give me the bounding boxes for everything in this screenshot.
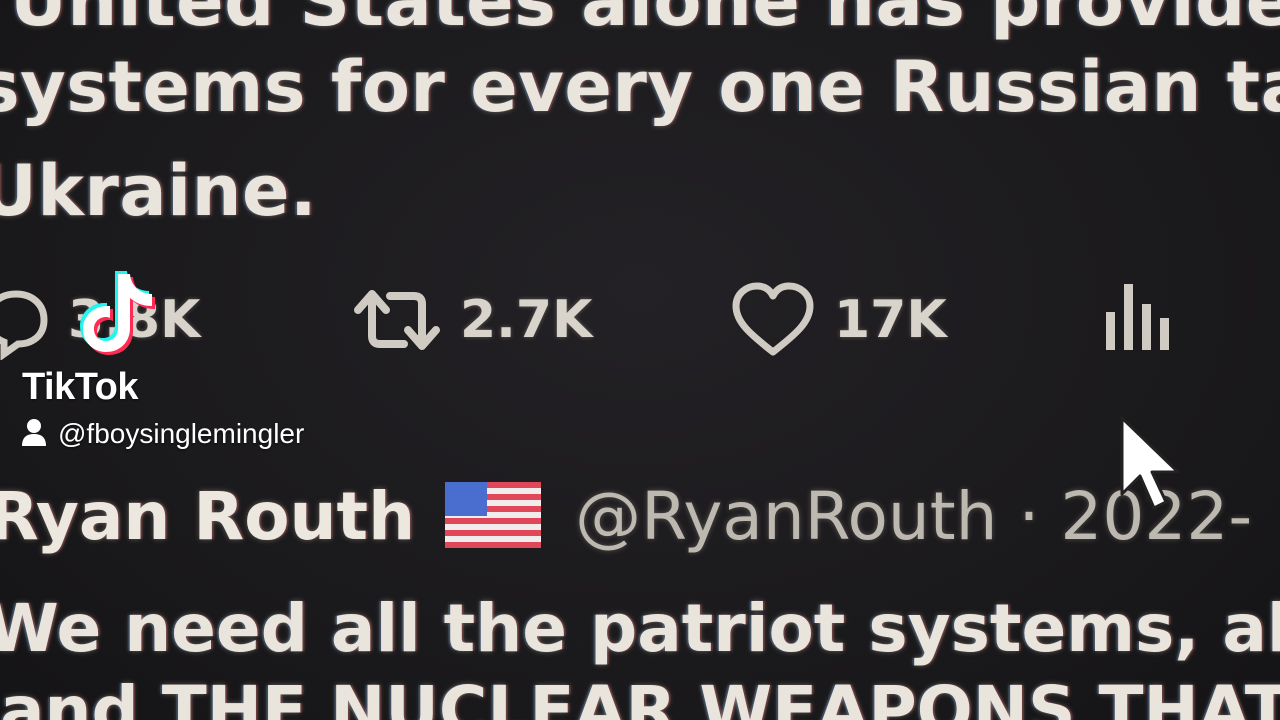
tiktok-brand-text: TikTok [22,366,138,408]
tiktok-username: @fboysinglemingler [58,418,305,449]
retweet-count: 2.7K [460,290,593,350]
like-count: 17K [834,290,947,350]
post-action-bar: 3.8K 2.7K 17K [0,270,1280,370]
tiktok-user: @fboysinglemingler [22,418,304,450]
tweet-screen: United States alone has provided 18 syst… [0,0,1280,720]
mouse-cursor-icon [1118,414,1198,518]
retweet-icon [352,280,442,360]
tiktok-logo-icon [74,266,158,362]
heart-icon [730,280,816,360]
like-button[interactable]: 17K [730,280,947,360]
retweet-button[interactable]: 2.7K [352,280,592,360]
us-flag-icon [445,481,542,552]
reply-icon [0,280,50,360]
author-name[interactable]: Ryan Routh [0,478,415,555]
next-post-header: Ryan Routh @RyanRouth · 2022- [0,478,1252,555]
post-text-line: systems for every one Russian tank th [0,46,1280,128]
next-post-text-line: We need all the patriot systems, all th [0,590,1280,667]
views-chart-icon [1100,278,1176,358]
user-icon [22,418,46,450]
post-text-line: United States alone has provided 18 [10,0,1280,42]
next-post-text-line: and THE NUCLEAR WEAPONS THAT [0,672,1280,720]
post-text-line: Ukraine. [0,150,318,232]
views-button[interactable] [1100,278,1176,358]
